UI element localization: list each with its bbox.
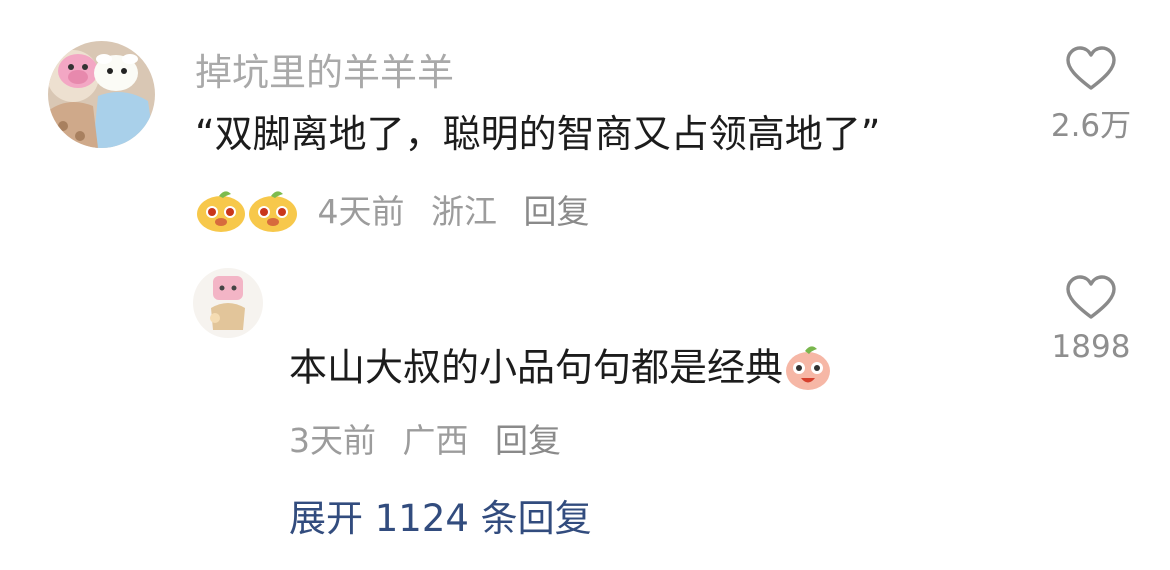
reply-like[interactable]: 1898 <box>1046 275 1136 365</box>
comment-meta: 4天前 浙江 回复 <box>195 185 590 240</box>
reply-button[interactable]: 回复 <box>524 192 590 231</box>
reply-like-count: 1898 <box>1051 329 1131 365</box>
reply-text: 本山大叔的小品句句都是经典 <box>289 343 833 397</box>
reply-meta: 3天前 广西 回复 <box>289 414 561 462</box>
like-count: 2.6万 <box>1050 108 1132 144</box>
comment-time: 4天前 <box>317 192 405 231</box>
heart-icon[interactable] <box>1065 46 1117 92</box>
cute-face-emoji <box>247 188 299 240</box>
reply-text-body: 本山大叔的小品句句都是经典 <box>289 345 784 390</box>
reply-location: 广西 <box>402 421 469 460</box>
comment-like[interactable]: 2.6万 <box>1046 46 1136 145</box>
reply-time: 3天前 <box>289 421 376 460</box>
comment-username[interactable]: 掉坑里的羊羊羊 <box>195 42 454 96</box>
comment-text: “双脚离地了，聪明的智商又占领高地了” <box>195 112 881 156</box>
avatar[interactable] <box>48 41 155 148</box>
reply-avatar[interactable] <box>193 268 263 338</box>
peach-face-emoji <box>783 343 833 397</box>
reply-reply-button[interactable]: 回复 <box>495 421 561 460</box>
cute-face-emoji <box>195 188 247 240</box>
heart-icon[interactable] <box>1065 275 1117 321</box>
expand-replies-link[interactable]: 展开 1124 条回复 <box>289 488 592 542</box>
comment-location: 浙江 <box>431 192 497 231</box>
